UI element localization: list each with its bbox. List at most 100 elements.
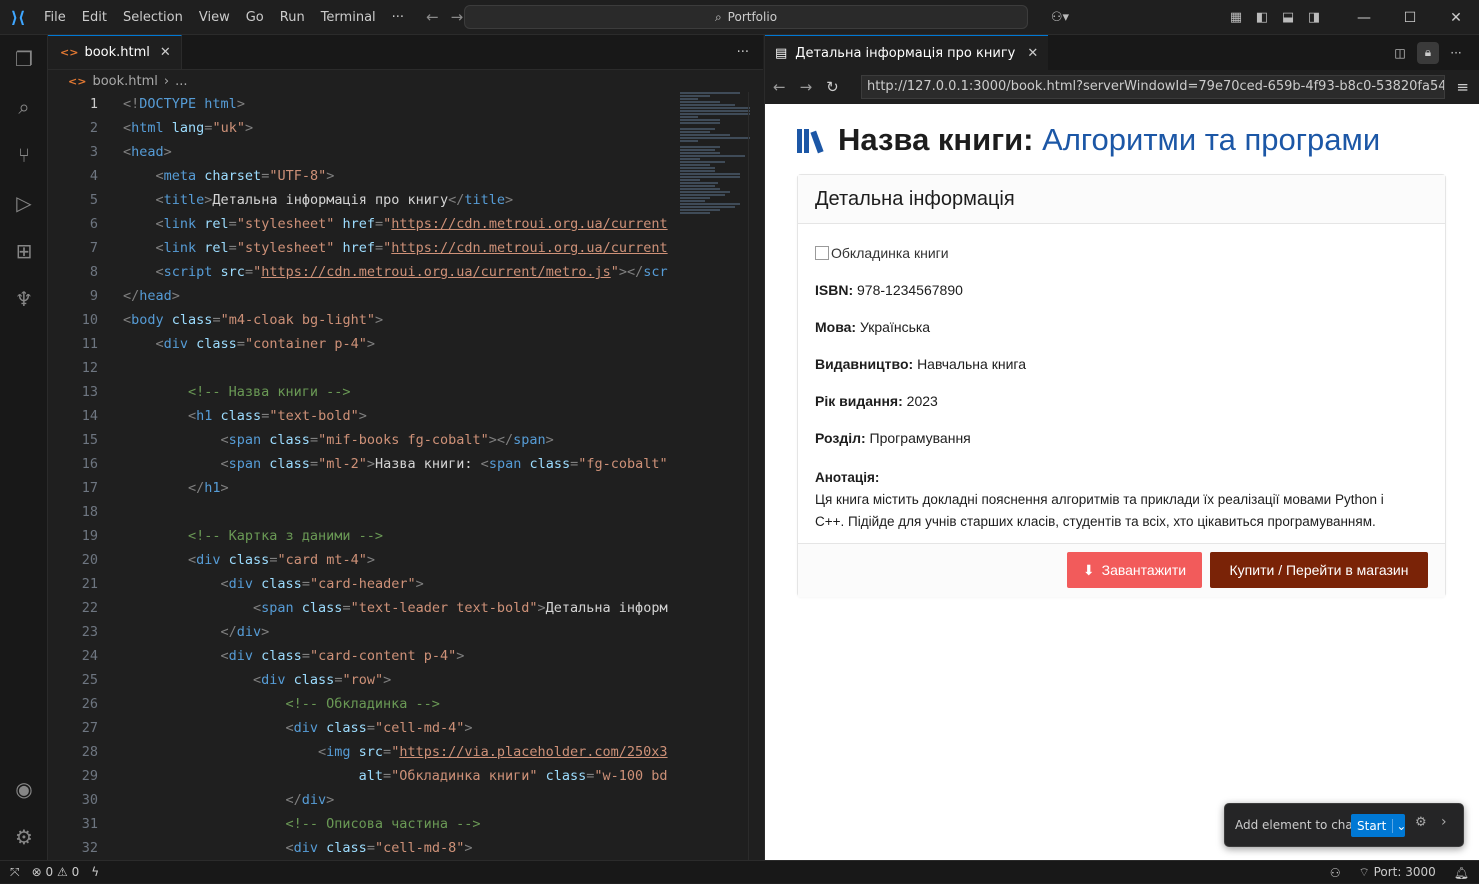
minimap[interactable]: [680, 92, 750, 222]
code-token: <: [285, 840, 294, 856]
code-line[interactable]: 3 <head>: [48, 140, 748, 164]
toggle-secondary-sidebar-icon[interactable]: ◨: [1301, 0, 1327, 35]
toggle-primary-sidebar-icon[interactable]: ◧: [1249, 0, 1275, 35]
code-editor[interactable]: 1 <!DOCTYPE html> 2 <html lang="uk"> 3 <head>…: [48, 92, 748, 860]
code-line[interactable]: 8 <script src="https://cdn.metroui.org.ua…: [48, 260, 748, 284]
preview-more-icon[interactable]: ···: [1445, 42, 1467, 64]
menu-go[interactable]: Go: [238, 0, 272, 35]
code-line[interactable]: 6 <link rel="stylesheet" href="https://cd…: [48, 212, 748, 236]
code-line[interactable]: 23 </div>: [48, 620, 748, 644]
lightning-icon[interactable]: ϟ: [91, 865, 99, 879]
back-arrow-icon[interactable]: ←: [426, 8, 439, 26]
source-control-icon[interactable]: ⑂: [0, 131, 48, 179]
minimize-icon[interactable]: —: [1341, 0, 1387, 35]
forward-arrow-icon[interactable]: →: [451, 8, 464, 26]
browser-forward-icon[interactable]: →: [800, 78, 813, 96]
menu-run[interactable]: Run: [272, 0, 313, 35]
preview-close-icon[interactable]: ✕: [1027, 46, 1038, 61]
code-line[interactable]: 10 <body class="m4-cloak bg-light">: [48, 308, 748, 332]
run-debug-icon[interactable]: ▷: [0, 179, 48, 227]
field-value: Українська: [859, 319, 931, 335]
problems-indicator[interactable]: ⊗ 0 ⚠ 0: [32, 865, 80, 879]
code-line[interactable]: 24 <div class="card-content p-4">: [48, 644, 748, 668]
extensions-icon[interactable]: ⊞: [0, 227, 48, 275]
code-line[interactable]: 28 <img src="https://via.placeholder.com/…: [48, 740, 748, 764]
code-line[interactable]: 22 <span class="text-leader text-bold">Де…: [48, 596, 748, 620]
menu-more[interactable]: ···: [384, 0, 412, 35]
code-line[interactable]: 19 <!-- Картка з даними -->: [48, 524, 748, 548]
chat-start-button[interactable]: Start ⌄: [1351, 814, 1406, 837]
download-button[interactable]: ⬇ Завантажити: [1067, 552, 1202, 588]
code-line[interactable]: 18: [48, 500, 748, 524]
browser-back-icon[interactable]: ←: [773, 78, 786, 96]
code-line[interactable]: 5 <title>Детальна інформація про книгу</t…: [48, 188, 748, 212]
code-line[interactable]: 29 alt="Обкладинка книги" class="w-100 b…: [48, 764, 748, 788]
breadcrumb-file[interactable]: book.html: [92, 74, 157, 89]
tab-book-html[interactable]: <> book.html ✕: [48, 35, 182, 69]
code-line[interactable]: 30 </div>: [48, 788, 748, 812]
lock-icon[interactable]: 🔒︎: [1417, 41, 1439, 64]
code-line[interactable]: 16 <span class="ml-2">Назва книги: <span …: [48, 452, 748, 476]
broadcast-icon: ⌔: [1358, 865, 1370, 879]
browser-menu-icon[interactable]: ≡: [1456, 70, 1469, 104]
port-indicator[interactable]: ⌔ Port: 3000: [1358, 865, 1435, 880]
menu-view[interactable]: View: [191, 0, 238, 35]
maximize-icon[interactable]: ☐: [1387, 0, 1433, 35]
code-token: "container p-4": [244, 336, 367, 352]
copilot-icon[interactable]: ⚇▾: [1047, 0, 1073, 35]
toggle-panel-icon[interactable]: ⬓: [1275, 0, 1301, 35]
customize-layout-icon[interactable]: ▦: [1223, 0, 1249, 35]
tab-preview[interactable]: ▤ Детальна інформація про книгу ✕: [765, 35, 1049, 70]
url-input[interactable]: http://127.0.0.1:3000/book.html?serverWi…: [861, 75, 1445, 99]
copilot-status-icon[interactable]: ⚇: [1330, 866, 1341, 880]
menu-terminal[interactable]: Terminal: [313, 0, 384, 35]
code-line[interactable]: 1 <!DOCTYPE html>: [48, 92, 748, 116]
settings-gear-icon[interactable]: ⚙: [0, 813, 48, 861]
close-icon[interactable]: ✕: [1433, 0, 1479, 35]
code-token: meta: [163, 168, 197, 184]
remote-icon[interactable]: ⤧: [10, 865, 20, 880]
command-center-search[interactable]: ⌕ Portfolio: [464, 5, 1028, 29]
code-line[interactable]: 31 <!-- Описова частина -->: [48, 812, 748, 836]
minimap-line: [680, 185, 715, 187]
editor-scrollbar[interactable]: [748, 92, 762, 860]
code-line[interactable]: 26 <!-- Обкладинка -->: [48, 692, 748, 716]
code-line[interactable]: 13 <!-- Назва книги -->: [48, 380, 748, 404]
code-line[interactable]: 20 <div class="card mt-4">: [48, 548, 748, 572]
search-view-icon[interactable]: ⌕: [0, 83, 48, 131]
code-line[interactable]: 15 <span class="mif-books fg-cobalt"></sp…: [48, 428, 748, 452]
accounts-icon[interactable]: ◉: [0, 765, 48, 813]
menu-edit[interactable]: Edit: [74, 0, 115, 35]
notifications-bell-icon[interactable]: 🔔︎: [1454, 866, 1469, 880]
code-line[interactable]: 7 <link rel="stylesheet" href="https://cd…: [48, 236, 748, 260]
code-line[interactable]: 21 <div class="card-header">: [48, 572, 748, 596]
code-line[interactable]: 2 <html lang="uk">: [48, 116, 748, 140]
code-line[interactable]: 4 <meta charset="UTF-8">: [48, 164, 748, 188]
code-line[interactable]: 27 <div class="cell-md-4">: [48, 716, 748, 740]
buy-button[interactable]: Купити / Перейти в магазин: [1210, 552, 1428, 588]
breadcrumb-more[interactable]: ...: [175, 74, 187, 89]
python-icon[interactable]: ♆: [0, 275, 48, 323]
editor-more-actions[interactable]: ···: [737, 35, 749, 70]
menu-file[interactable]: File: [36, 0, 74, 35]
code-line[interactable]: 25 <div class="row">: [48, 668, 748, 692]
code-line[interactable]: 12: [48, 356, 748, 380]
chevron-right-icon[interactable]: ›: [1441, 814, 1447, 830]
code-token: <: [123, 120, 132, 136]
code-line[interactable]: 17 </h1>: [48, 476, 748, 500]
code-line[interactable]: 11 <div class="container p-4">: [48, 332, 748, 356]
field-label: ISBN:: [815, 282, 854, 298]
explorer-icon[interactable]: ❐: [0, 35, 48, 83]
code-line[interactable]: 32 <div class="cell-md-8">: [48, 836, 748, 860]
tab-close-icon[interactable]: ✕: [160, 45, 171, 60]
split-editor-icon[interactable]: ◫: [1389, 42, 1411, 64]
line-number: 22: [81, 600, 98, 616]
chevron-down-icon[interactable]: ⌄: [1393, 819, 1409, 833]
code-token: span: [228, 432, 262, 448]
menu-selection[interactable]: Selection: [115, 0, 191, 35]
chat-settings-icon[interactable]: ⚙: [1415, 815, 1427, 830]
reload-icon[interactable]: ↻: [826, 78, 839, 96]
code-line[interactable]: 14 <h1 class="text-bold">: [48, 404, 748, 428]
code-token: <: [220, 432, 229, 448]
code-line[interactable]: 9 </head>: [48, 284, 748, 308]
